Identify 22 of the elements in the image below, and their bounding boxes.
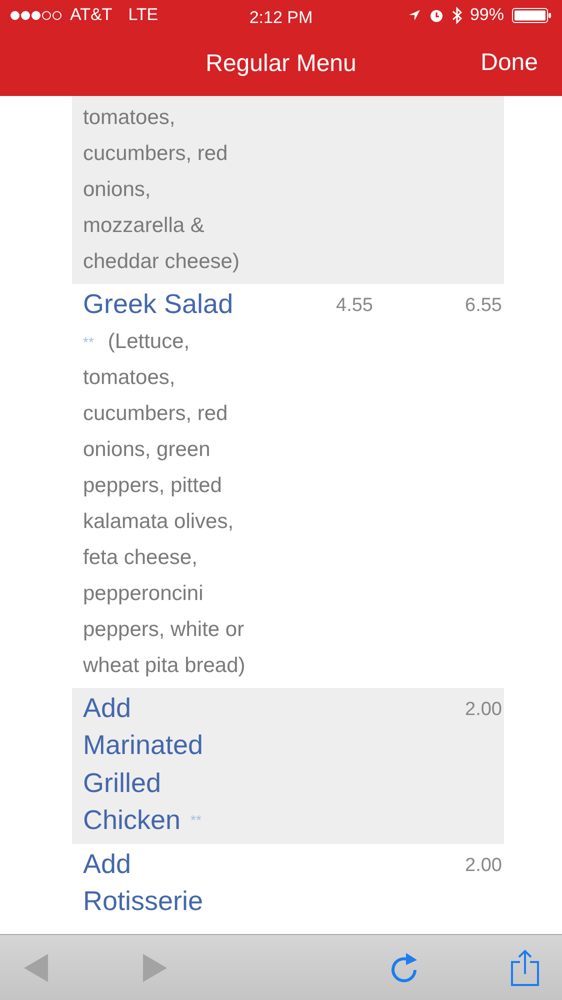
share-icon[interactable] [510, 948, 540, 986]
battery-icon [512, 8, 552, 22]
item-price: 6.55 [465, 295, 502, 316]
reload-icon[interactable] [389, 952, 420, 984]
location-arrow-icon [408, 8, 421, 22]
network-type: LTE [128, 4, 158, 26]
item-name[interactable]: Add Marinated Grilled Chicken ** [83, 690, 253, 840]
item-name[interactable]: Add Rotisserie [83, 846, 253, 920]
item-price: 4.55 [336, 295, 373, 316]
item-price: 2.00 [465, 698, 502, 720]
item-description: tomatoes, cucumbers, red onions, mozzarella & cheddar cheese) [83, 105, 240, 275]
battery-percent: 99% [470, 4, 504, 26]
alarm-clock-icon [428, 8, 444, 22]
screen-title: Regular Menu [206, 50, 356, 77]
signal-icon [10, 10, 62, 20]
clock-time: 2:12 PM [249, 8, 313, 27]
item-name[interactable]: Greek Salad [83, 286, 253, 324]
item-price: 2.00 [465, 854, 502, 876]
carrier-name: AT&T [70, 4, 112, 26]
done-button[interactable]: Done [480, 45, 538, 81]
item-description: ** (Lettuce, tomatoes, cucumbers, red onions, green peppers, pitted kalamata olives, feta cheese, pepperoncini peppers, white or wheat pita bread) [83, 328, 246, 678]
bluetooth-icon [452, 6, 462, 24]
